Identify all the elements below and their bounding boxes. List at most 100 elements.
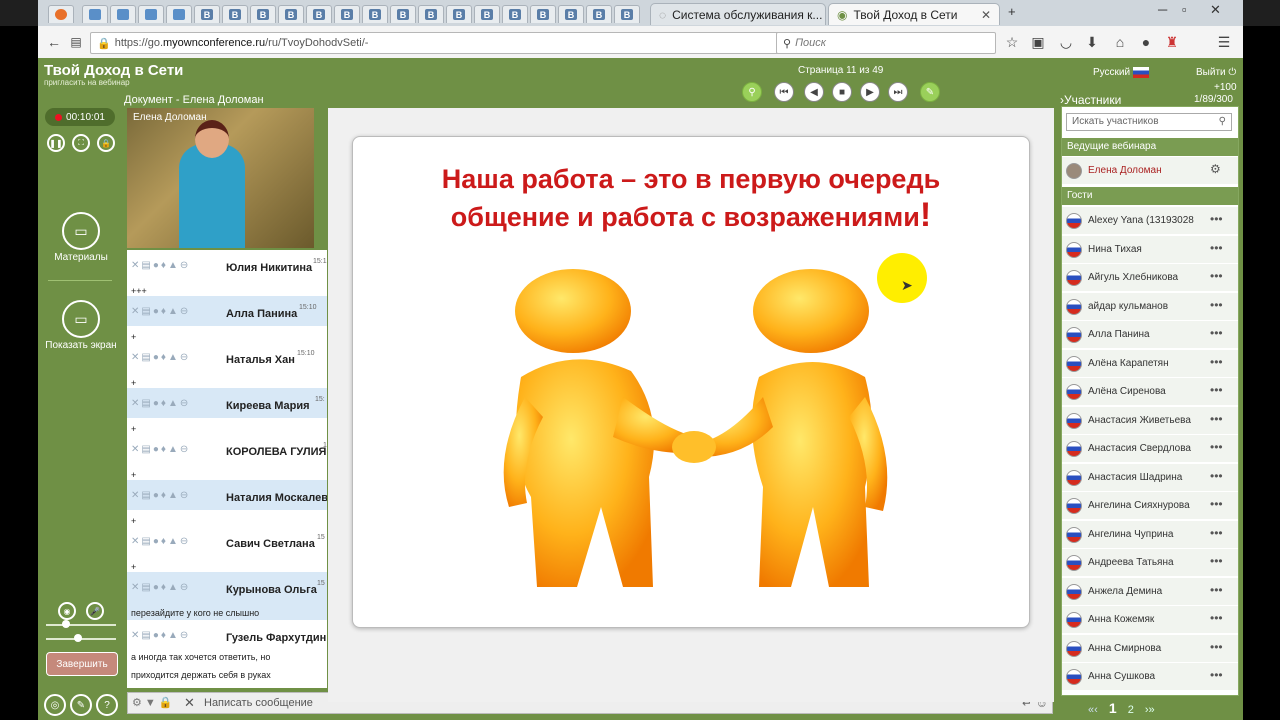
more-options-icon[interactable]: ••• — [1210, 611, 1223, 625]
more-options-icon[interactable]: ••• — [1210, 440, 1223, 454]
host-row[interactable]: Елена Доломан ⚙ — [1062, 157, 1238, 185]
more-options-icon[interactable]: ••• — [1210, 212, 1223, 226]
pinned-tab-vk[interactable]: В — [306, 5, 332, 23]
chat-action-icons[interactable]: ✕▤●♦▲⊖ — [131, 260, 190, 271]
pinned-tab-vk[interactable]: В — [614, 5, 640, 23]
language-selector[interactable]: Русский — [1093, 67, 1150, 78]
lock-button[interactable]: 🔒 — [97, 134, 115, 152]
fullscreen-button[interactable]: ⛶ — [72, 134, 90, 152]
pinned-tab-vk[interactable]: В — [278, 5, 304, 23]
chat-action-icons[interactable]: ✕▤●♦▲⊖ — [131, 582, 190, 593]
guest-row[interactable]: Анна Кожемяк ••• — [1062, 606, 1238, 634]
guest-row[interactable]: Анастасия Живетьева ••• — [1062, 406, 1238, 435]
guest-row[interactable]: Алёна Сиренова ••• — [1062, 378, 1238, 406]
materials-button[interactable]: ▭ — [62, 212, 100, 250]
camera-button[interactable]: ◉ — [58, 602, 76, 620]
microphone-button[interactable]: 🎤 — [86, 602, 104, 620]
tab-webinar[interactable]: ◉ Твой Доход в Сети ✕ — [828, 3, 1000, 25]
pinned-tab-messages[interactable] — [138, 5, 164, 23]
more-options-icon[interactable]: ••• — [1210, 526, 1223, 540]
pause-button[interactable]: ❚❚ — [47, 134, 65, 152]
reader-icon[interactable]: ▤ — [68, 34, 84, 50]
draw-button[interactable]: ✎ — [920, 82, 940, 102]
guest-row[interactable]: Alexey Yana (13193028 ••• — [1062, 207, 1238, 235]
chat-action-icons[interactable]: ✕▤●♦▲⊖ — [131, 444, 190, 455]
pinned-tab-vk[interactable]: В — [502, 5, 528, 23]
chat-action-icons[interactable]: ✕▤●♦▲⊖ — [131, 490, 190, 501]
chat-action-icons[interactable]: ✕▤●♦▲⊖ — [131, 536, 190, 547]
more-options-icon[interactable]: ••• — [1210, 583, 1223, 597]
show-screen-button[interactable]: ▭ — [62, 300, 100, 338]
guest-row[interactable]: Анастасия Шадрина ••• — [1062, 463, 1238, 492]
pinned-tab-vk[interactable]: В — [362, 5, 388, 23]
pager-page-2[interactable]: 2 — [1128, 704, 1134, 716]
invite-link[interactable]: пригласить на вебинар — [44, 78, 130, 87]
pinned-tab-vk[interactable]: В — [194, 5, 220, 23]
first-page-button[interactable]: ⏮ — [774, 82, 794, 102]
close-window-button[interactable]: ✕ — [1210, 2, 1221, 18]
chat-action-icons[interactable]: ✕▤●♦▲⊖ — [131, 306, 190, 317]
edit-button[interactable]: ✎ — [70, 694, 92, 716]
more-options-icon[interactable]: ••• — [1210, 241, 1223, 255]
pocket-icon[interactable]: ◡ — [1058, 34, 1074, 50]
more-options-icon[interactable]: ••• — [1210, 640, 1223, 654]
guest-row[interactable]: Ангелина Чуприна ••• — [1062, 520, 1238, 549]
guest-row[interactable]: айдар кульманов ••• — [1062, 292, 1238, 321]
participants-header[interactable]: ›Участники — [1060, 93, 1121, 107]
guest-row[interactable]: Анжела Демина ••• — [1062, 577, 1238, 606]
pinned-tab-vk[interactable]: В — [222, 5, 248, 23]
minimize-button[interactable]: ─ — [1158, 2, 1167, 17]
pinned-tab-vk[interactable]: В — [390, 5, 416, 23]
back-arrow-icon[interactable]: ← — [46, 34, 62, 50]
speaker-volume-slider[interactable] — [46, 624, 116, 626]
pinned-tab-vk[interactable]: В — [558, 5, 584, 23]
prev-page-button[interactable]: ◀ — [804, 82, 824, 102]
participant-search-input[interactable]: Искать участников ⚲ — [1066, 113, 1232, 131]
pinned-tab-vk[interactable]: В — [586, 5, 612, 23]
chat-bubble-icon[interactable]: ● — [1138, 34, 1154, 50]
maximize-button[interactable]: ▫ — [1182, 2, 1187, 17]
more-options-icon[interactable]: ••• — [1210, 298, 1223, 312]
pinned-tab-messages[interactable] — [110, 5, 136, 23]
pinned-tab-vk[interactable]: В — [334, 5, 360, 23]
guest-row[interactable]: Андреева Татьяна ••• — [1062, 549, 1238, 577]
guest-row[interactable]: Нина Тихая ••• — [1062, 235, 1238, 264]
pinned-tab-firefox[interactable] — [48, 5, 74, 23]
extension-icon[interactable]: ♜ — [1164, 34, 1180, 50]
help-button[interactable]: ? — [96, 694, 118, 716]
finish-button[interactable]: Завершить — [46, 652, 118, 676]
clipboard-icon[interactable]: ▣ — [1030, 34, 1046, 50]
pinned-tab-messages[interactable] — [82, 5, 108, 23]
pinned-tab-vk[interactable]: В — [250, 5, 276, 23]
home-icon[interactable]: ⌂ — [1112, 34, 1128, 50]
url-bar[interactable]: 🔒 https://go. myownconference.ru/ru/TvoyD… — [90, 32, 812, 54]
guest-row[interactable]: Ангелина Сияхнурова ••• — [1062, 492, 1238, 520]
chat-action-icons[interactable]: ✕▤●♦▲⊖ — [131, 630, 190, 641]
search-input[interactable]: ⚲ Поиск — [776, 32, 996, 54]
zoom-button[interactable]: ⚲ — [742, 82, 762, 102]
guest-row[interactable]: Алёна Карапетян ••• — [1062, 349, 1238, 378]
next-page-button[interactable]: ▶ — [860, 82, 880, 102]
guest-row[interactable]: Анна Сушкова ••• — [1062, 663, 1238, 691]
pinned-tab-vk[interactable]: В — [474, 5, 500, 23]
tab-support-system[interactable]: ◌ Система обслуживания к... — [650, 3, 826, 25]
more-options-icon[interactable]: ••• — [1210, 355, 1223, 369]
guest-row[interactable]: Айгуль Хлебникова ••• — [1062, 264, 1238, 292]
speaker-volume-handle[interactable] — [62, 620, 70, 628]
pinned-tab-vk[interactable]: В — [418, 5, 444, 23]
more-options-icon[interactable]: ••• — [1210, 326, 1223, 340]
more-options-icon[interactable]: ••• — [1210, 554, 1223, 568]
stop-button[interactable]: ■ — [832, 82, 852, 102]
guest-row[interactable]: Алла Панина ••• — [1062, 321, 1238, 349]
support-button[interactable]: ◎ — [44, 694, 66, 716]
more-options-icon[interactable]: ••• — [1210, 668, 1223, 682]
guest-row[interactable]: Анна Смирнова ••• — [1062, 634, 1238, 663]
clear-icon[interactable]: ✕ — [184, 695, 195, 711]
more-options-icon[interactable]: ••• — [1210, 269, 1223, 283]
exit-button[interactable]: Выйти ⏻ — [1196, 67, 1236, 78]
star-icon[interactable]: ☆ — [1004, 34, 1020, 50]
gear-icon[interactable]: ⚙ — [1210, 162, 1221, 176]
menu-icon[interactable]: ☰ — [1216, 34, 1232, 50]
new-tab-button[interactable]: + — [1008, 4, 1016, 19]
chat-action-icons[interactable]: ✕▤●♦▲⊖ — [131, 398, 190, 409]
